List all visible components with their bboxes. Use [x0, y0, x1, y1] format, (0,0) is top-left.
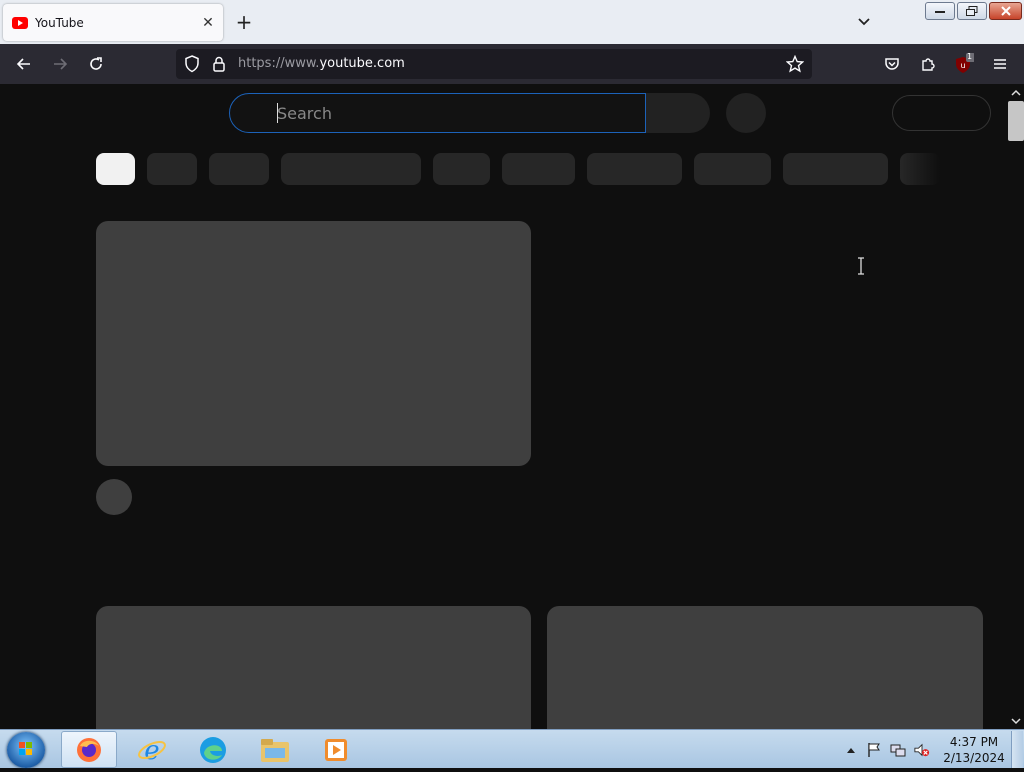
volume-muted-icon[interactable]	[914, 742, 930, 758]
chip-6[interactable]	[502, 153, 575, 185]
taskbar-media-player[interactable]	[308, 731, 364, 768]
media-player-icon	[325, 738, 347, 761]
chip-7[interactable]	[587, 153, 682, 185]
close-icon	[1000, 6, 1011, 16]
tab-close-icon[interactable]: ✕	[199, 14, 217, 32]
chevron-up-icon	[847, 748, 855, 753]
windows-taskbar: e 4:37 PM 2/13/2024	[0, 729, 1024, 768]
restore-icon	[966, 6, 978, 16]
chip-3[interactable]	[209, 153, 269, 185]
reload-button[interactable]	[82, 50, 110, 78]
chip-5[interactable]	[433, 153, 490, 185]
url-scheme: https://www.	[238, 56, 320, 71]
ublock-origin-button[interactable]: u 1	[950, 50, 978, 78]
minimize-icon	[935, 11, 945, 13]
arrow-right-icon	[54, 58, 68, 70]
scroll-down-arrow-icon[interactable]	[1008, 715, 1024, 727]
url-text[interactable]: https://www.youtube.com	[238, 56, 405, 71]
new-tab-button[interactable]: +	[233, 10, 255, 34]
start-button[interactable]	[7, 732, 45, 768]
pocket-icon	[885, 58, 899, 70]
reload-icon	[90, 57, 102, 70]
forward-button[interactable]	[46, 50, 74, 78]
clock-date[interactable]: 2/13/2024	[942, 751, 1006, 765]
video-thumbnail-placeholder[interactable]	[96, 221, 531, 466]
pocket-button[interactable]	[878, 50, 906, 78]
search-input[interactable]	[277, 102, 607, 124]
edge-icon	[200, 736, 226, 763]
extensions-button[interactable]	[914, 50, 942, 78]
network-icon[interactable]	[890, 742, 906, 758]
firefox-icon	[77, 737, 101, 762]
page-scrollbar[interactable]	[1008, 84, 1024, 729]
window-minimize-button[interactable]	[925, 2, 955, 20]
tab-youtube[interactable]: YouTube ✕	[3, 4, 223, 41]
voice-search-button[interactable]	[726, 93, 766, 133]
windows-logo-icon	[19, 742, 32, 755]
taskbar-internet-explorer[interactable]: e	[124, 731, 180, 768]
chevron-down-icon	[858, 18, 870, 26]
youtube-favicon-icon	[12, 16, 28, 29]
chip-1[interactable]	[96, 153, 135, 185]
text-caret	[277, 103, 278, 123]
scroll-up-arrow-icon[interactable]	[1008, 86, 1024, 98]
tracking-protection-shield-icon[interactable]	[184, 55, 200, 77]
search-box[interactable]	[229, 93, 646, 133]
hamburger-menu-icon	[994, 59, 1006, 69]
arrow-left-icon	[16, 58, 30, 70]
clock-time[interactable]: 4:37 PM	[942, 735, 1006, 749]
url-host: youtube.com	[319, 56, 405, 71]
extension-badge: 1	[967, 52, 973, 61]
tab-title: YouTube	[35, 15, 84, 30]
bookmark-star-icon[interactable]	[785, 54, 805, 77]
search-button[interactable]	[646, 93, 710, 133]
action-center-flag-icon[interactable]	[866, 742, 882, 758]
svg-text:e: e	[144, 736, 159, 765]
window-close-button[interactable]	[989, 2, 1022, 20]
internet-explorer-icon: e	[138, 736, 166, 765]
show-hidden-icons-button[interactable]	[843, 742, 859, 758]
browser-toolbar: https://www.youtube.com u 1	[0, 44, 1024, 84]
chip-8[interactable]	[694, 153, 771, 185]
show-desktop-button[interactable]	[1011, 731, 1023, 768]
video-thumbnail-placeholder[interactable]	[96, 606, 531, 729]
taskbar-firefox[interactable]	[61, 731, 117, 768]
svg-text:u: u	[960, 61, 965, 70]
back-button[interactable]	[10, 50, 38, 78]
taskbar-file-explorer[interactable]	[247, 731, 303, 768]
sign-in-button[interactable]	[892, 95, 991, 131]
lock-icon[interactable]	[212, 55, 226, 77]
window-restore-button[interactable]	[957, 2, 987, 20]
taskbar-edge[interactable]	[185, 731, 241, 768]
puzzle-piece-icon	[922, 58, 935, 71]
channel-avatar-placeholder[interactable]	[96, 479, 132, 515]
youtube-page	[0, 84, 1008, 729]
chip-9[interactable]	[783, 153, 888, 185]
browser-titlebar: YouTube ✕ +	[0, 0, 1024, 44]
address-bar[interactable]: https://www.youtube.com	[176, 49, 812, 79]
video-thumbnail-placeholder[interactable]	[547, 606, 983, 729]
text-cursor-icon	[858, 257, 864, 275]
file-explorer-icon	[261, 738, 289, 762]
chip-4[interactable]	[281, 153, 421, 185]
chip-2[interactable]	[147, 153, 197, 185]
scroll-thumb[interactable]	[1008, 101, 1024, 141]
chip-10[interactable]	[900, 153, 940, 185]
list-all-tabs-button[interactable]	[852, 11, 876, 33]
app-menu-button[interactable]	[986, 50, 1014, 78]
